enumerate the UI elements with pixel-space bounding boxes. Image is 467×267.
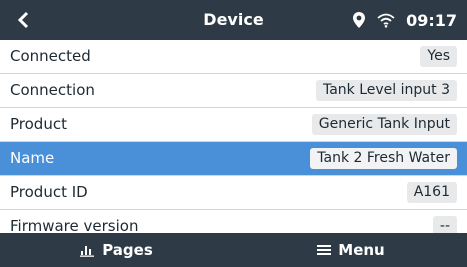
device-settings-list: Connected Yes Connection Tank Level inpu…	[0, 40, 467, 242]
list-item-label: Connected	[10, 47, 91, 65]
list-item-label: Connection	[10, 81, 95, 99]
list-item-value: Yes	[420, 46, 457, 67]
list-item-connection[interactable]: Connection Tank Level input 3	[0, 74, 467, 108]
list-item-product-id[interactable]: Product ID A161	[0, 176, 467, 210]
list-item-product[interactable]: Product Generic Tank Input	[0, 108, 467, 142]
wifi-icon	[376, 12, 396, 28]
name-value-field[interactable]: Tank 2 Fresh Water	[310, 148, 457, 169]
pages-label: Pages	[102, 241, 153, 259]
menu-label: Menu	[338, 241, 385, 259]
menu-button[interactable]: Menu	[234, 233, 467, 267]
list-item-value: Generic Tank Input	[311, 114, 457, 135]
bottom-nav-bar: Pages Menu	[0, 233, 467, 267]
clock: 09:17	[406, 10, 457, 30]
list-item-value: A161	[406, 182, 457, 203]
hamburger-menu-icon	[316, 243, 332, 257]
top-status-bar: Device 09:17	[0, 0, 467, 40]
list-item-label: Product ID	[10, 183, 88, 201]
list-item-label: Name	[10, 149, 55, 167]
pages-button[interactable]: Pages	[0, 233, 233, 267]
list-item-name[interactable]: Name Tank 2 Fresh Water	[0, 142, 467, 176]
location-pin-icon	[352, 11, 366, 29]
bar-chart-icon	[80, 243, 96, 257]
list-item-connected[interactable]: Connected Yes	[0, 40, 467, 74]
status-area: 09:17	[352, 0, 457, 40]
list-item-label: Product	[10, 115, 67, 133]
list-item-value: Tank Level input 3	[315, 80, 457, 101]
device-page: Device 09:17 Connected Yes Connection Ta…	[0, 0, 467, 267]
